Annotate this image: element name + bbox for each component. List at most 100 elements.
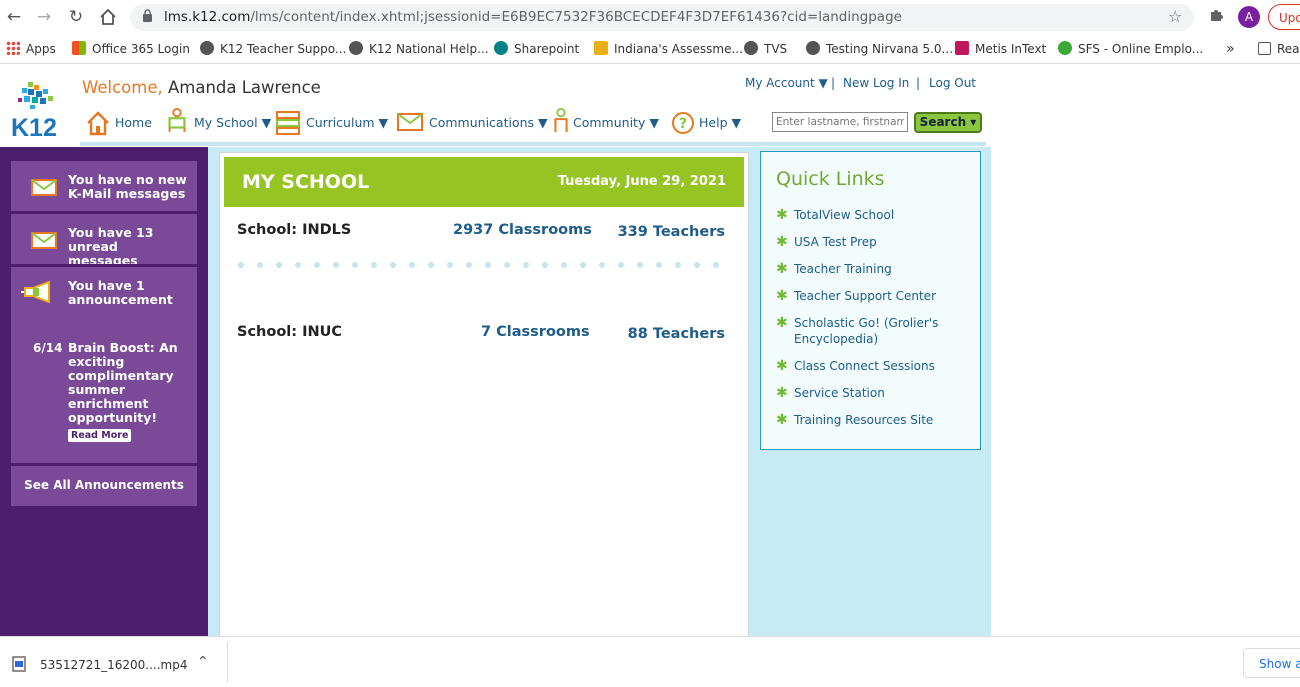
- quick-link-usa-test-prep[interactable]: USA Test Prep: [794, 234, 969, 250]
- bookmarks-overflow-chevron[interactable]: »: [1226, 41, 1235, 57]
- separator-dot: [409, 262, 415, 268]
- bookmark-k12-teacher-support[interactable]: K12 Teacher Suppo...: [200, 41, 346, 57]
- separator-dot: [390, 262, 396, 268]
- bookmark-label: Sharepoint: [514, 42, 580, 56]
- bookmark-indiana-assessment[interactable]: Indiana's Assessme...: [594, 41, 743, 57]
- separator-dot: [314, 262, 320, 268]
- announcement-panel: You have 1 announcement 6/14 Brain Boost…: [11, 267, 197, 463]
- globe-icon: [200, 41, 214, 55]
- kmail-message: You have no new K-Mail messages: [68, 172, 187, 201]
- help-nav-icon: ?: [671, 111, 695, 139]
- quick-link-class-connect[interactable]: Class Connect Sessions: [794, 358, 969, 374]
- page-title: MY SCHOOL: [242, 171, 370, 193]
- bookmark-tvs[interactable]: TVS: [744, 41, 787, 57]
- separator-dot: [352, 262, 358, 268]
- classrooms-link[interactable]: 7 Classrooms: [481, 324, 590, 340]
- my-school-nav-icon: [165, 108, 189, 138]
- separator-dot: [466, 262, 472, 268]
- svg-text:?: ?: [679, 116, 687, 132]
- bookmark-office365[interactable]: Office 365 Login: [72, 41, 190, 57]
- bookmark-reading-list[interactable]: Rea: [1258, 41, 1300, 57]
- sfs-icon: [1058, 41, 1072, 55]
- quick-link-teacher-support-center[interactable]: Teacher Support Center: [794, 288, 969, 304]
- announcement-text: Brain Boost: An exciting complimentary s…: [68, 340, 178, 425]
- globe-icon: [744, 41, 758, 55]
- download-filename[interactable]: 53512721_16200....mp4: [40, 658, 187, 672]
- back-icon[interactable]: ←: [2, 6, 26, 28]
- separator-dot: [504, 262, 510, 268]
- k12-logo[interactable]: K12: [10, 80, 62, 142]
- classrooms-link[interactable]: 2937 Classrooms: [453, 222, 592, 238]
- nav-curriculum[interactable]: Curriculum ▼: [306, 115, 388, 130]
- show-all-downloads-button[interactable]: Show al: [1243, 648, 1300, 678]
- metis-icon: [955, 41, 969, 55]
- extensions-puzzle-icon[interactable]: [1208, 7, 1224, 27]
- star-icon: ✱: [776, 385, 788, 401]
- search-button[interactable]: Search ▾: [914, 112, 982, 133]
- bookmark-sfs-online[interactable]: SFS - Online Emplo...: [1058, 41, 1203, 57]
- reload-icon[interactable]: ↻: [64, 6, 88, 28]
- home-icon[interactable]: [96, 6, 120, 28]
- logout-link[interactable]: Log Out: [929, 76, 976, 90]
- separator-dot: [542, 262, 548, 268]
- bookmark-label: K12 National Help...: [369, 42, 489, 56]
- globe-icon: [806, 41, 820, 55]
- my-account-link[interactable]: My Account ▼: [745, 76, 828, 90]
- quick-links-title: Quick Links: [776, 168, 885, 190]
- separator-dot: [523, 262, 529, 268]
- nav-community[interactable]: Community ▼: [573, 115, 659, 130]
- bookmark-label: Apps: [26, 42, 56, 56]
- announcement-count: You have 1 announcement: [68, 278, 173, 307]
- profile-avatar[interactable]: A: [1238, 6, 1260, 28]
- envelope-icon: [31, 232, 57, 253]
- quick-link-training-resources[interactable]: Training Resources Site: [794, 412, 969, 428]
- bookmark-label: TVS: [764, 42, 788, 56]
- announcement-date: 6/14: [33, 341, 63, 355]
- quick-link-totalview[interactable]: TotalView School: [794, 207, 969, 223]
- logo-text: K12: [11, 114, 57, 140]
- nav-my-school[interactable]: My School ▼: [194, 115, 271, 130]
- bookmark-star-icon[interactable]: ☆: [1168, 7, 1182, 26]
- see-all-announcements-link[interactable]: See All Announcements: [11, 478, 197, 492]
- file-video-icon: [12, 656, 26, 676]
- bookmark-metis-intext[interactable]: Metis InText: [955, 41, 1046, 57]
- separator-dot: [618, 262, 624, 268]
- separator-dot: [238, 262, 244, 268]
- quick-link-service-station[interactable]: Service Station: [794, 385, 969, 401]
- new-login-link[interactable]: New Log In: [843, 76, 909, 90]
- envelope-nav-icon: [397, 112, 423, 136]
- user-search-input[interactable]: [772, 112, 908, 132]
- nav-communications[interactable]: Communications ▼: [429, 115, 548, 130]
- separator-dot: [276, 262, 282, 268]
- separator-dot: [257, 262, 263, 268]
- lock-icon[interactable]: [142, 9, 153, 23]
- current-date: Tuesday, June 29, 2021: [557, 174, 726, 189]
- separator-dot: [561, 262, 567, 268]
- unread-panel[interactable]: You have 13 unread messages: [11, 214, 197, 264]
- logo-pixel-mark: [18, 82, 53, 109]
- kmail-panel[interactable]: You have no new K-Mail messages: [11, 161, 197, 211]
- read-more-button[interactable]: Read More: [68, 429, 132, 442]
- see-all-announcements-panel[interactable]: See All Announcements: [11, 466, 197, 506]
- star-icon: ✱: [776, 261, 788, 277]
- chevron-up-icon[interactable]: ⌃: [197, 654, 209, 670]
- megaphone-icon: [21, 280, 57, 308]
- bookmark-k12-national-help[interactable]: K12 National Help...: [349, 41, 489, 57]
- nav-home[interactable]: Home: [115, 115, 152, 130]
- user-name: Amanda Lawrence: [167, 78, 321, 97]
- url-text[interactable]: lms.k12.com/lms/content/index.xhtml;jses…: [164, 9, 902, 25]
- community-nav-icon: [549, 108, 573, 138]
- bookmark-label: SFS - Online Emplo...: [1078, 42, 1204, 56]
- bookmark-testing-nirvana[interactable]: Testing Nirvana 5.0...: [806, 41, 953, 57]
- teachers-link[interactable]: 339 Teachers: [618, 224, 725, 240]
- update-button[interactable]: Upd: [1268, 4, 1300, 30]
- download-bar: [0, 636, 1300, 687]
- bookmark-apps[interactable]: Apps: [6, 41, 56, 57]
- bookmark-sharepoint[interactable]: Sharepoint: [494, 41, 579, 57]
- quick-link-scholastic-go[interactable]: Scholastic Go! (Grolier's Encyclopedia): [794, 315, 969, 347]
- quick-link-teacher-training[interactable]: Teacher Training: [794, 261, 969, 277]
- separator-dot: [599, 262, 605, 268]
- nav-help[interactable]: Help ▼: [699, 115, 741, 130]
- forward-icon[interactable]: →: [32, 6, 56, 28]
- teachers-link[interactable]: 88 Teachers: [628, 326, 725, 342]
